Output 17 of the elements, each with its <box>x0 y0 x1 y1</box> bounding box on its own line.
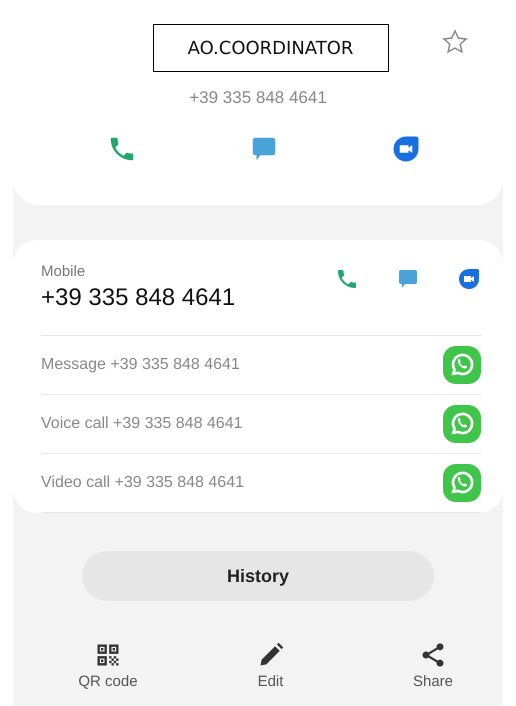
action-label[interactable]: Message +39 335 848 4641 <box>41 356 240 374</box>
phone-number: +39 335 848 4641 <box>188 88 328 108</box>
whatsapp-icon[interactable] <box>443 346 481 384</box>
bottom-bar-label[interactable]: QR code <box>78 673 138 690</box>
video-camera-icon[interactable] <box>391 134 421 164</box>
video-camera-icon[interactable] <box>457 266 481 290</box>
contact-name: AO.COORDINATOR <box>152 24 388 72</box>
number-label: Mobile <box>41 263 86 280</box>
bottom-bar-label[interactable]: Edit <box>258 673 284 690</box>
action-label[interactable]: Voice call +39 335 848 4641 <box>41 415 242 433</box>
whatsapp-icon[interactable] <box>443 464 481 502</box>
action-label[interactable]: Video call +39 335 848 4641 <box>41 474 244 492</box>
star-icon[interactable] <box>441 28 469 56</box>
bottom-bar-label[interactable]: Share <box>412 673 454 690</box>
phone-number: +39 335 848 4641 <box>41 284 236 312</box>
history-button[interactable]: History <box>82 551 434 601</box>
whatsapp-icon[interactable] <box>443 405 481 443</box>
